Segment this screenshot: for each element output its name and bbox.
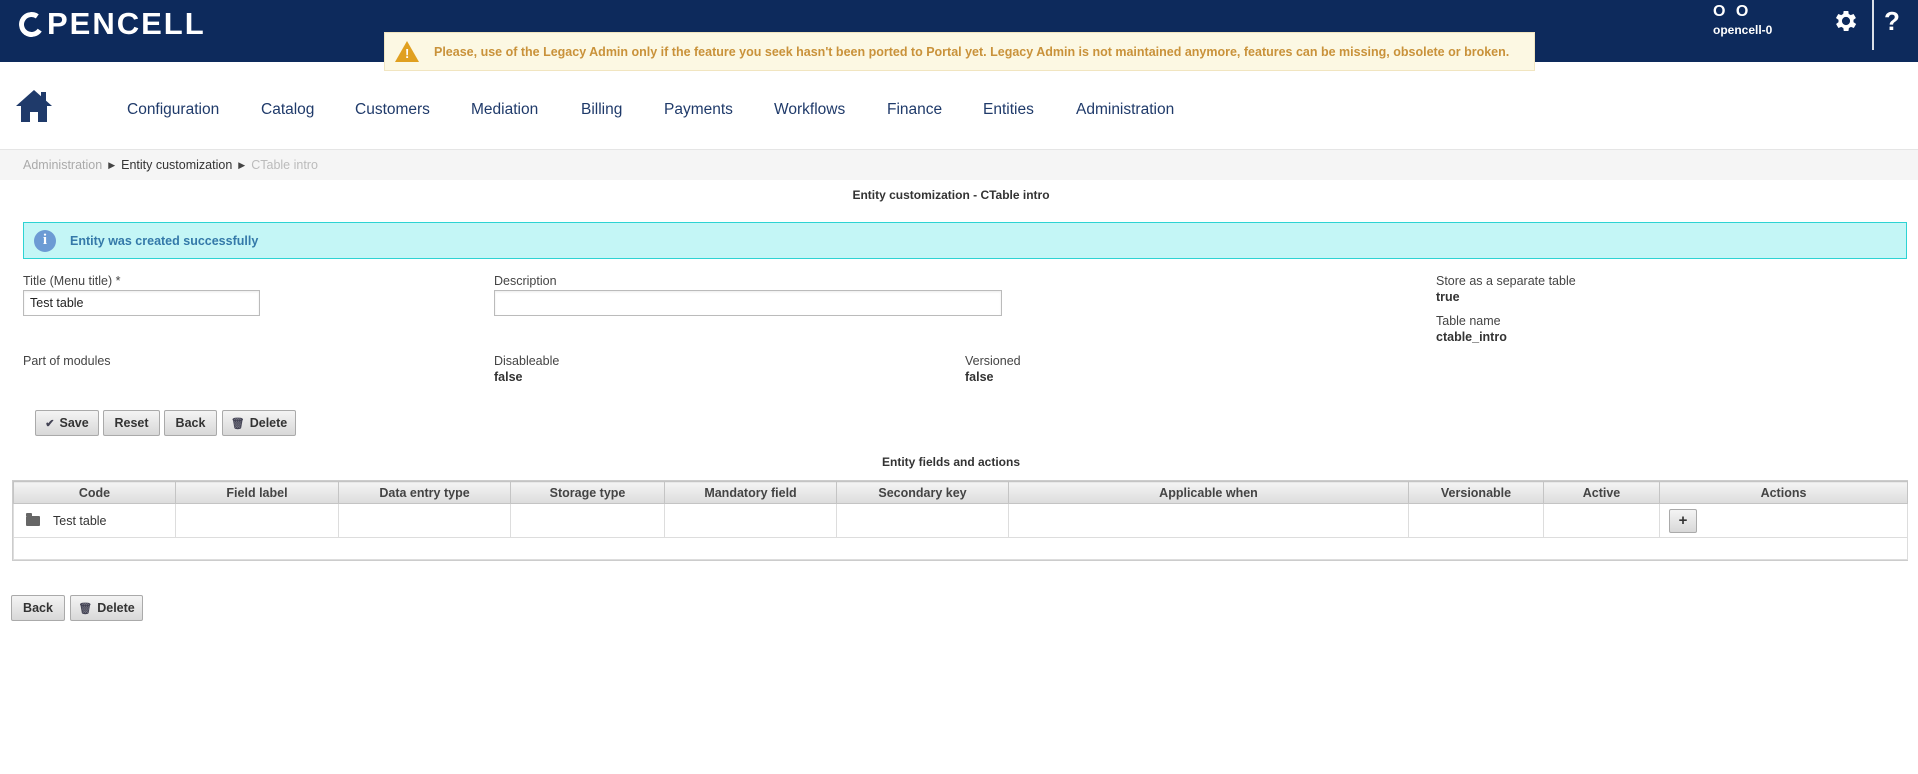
menu-item-workflows[interactable]: Workflows: [774, 101, 845, 119]
versioned-value: false: [965, 370, 994, 384]
column-header[interactable]: Secondary key: [836, 481, 1009, 504]
table-cell: [338, 503, 511, 538]
table-name-value: ctable_intro: [1436, 330, 1507, 344]
code-value: Test table: [53, 513, 107, 528]
menu-item-administration[interactable]: Administration: [1076, 101, 1174, 119]
home-icon[interactable]: [14, 88, 54, 124]
menu-item-entities[interactable]: Entities: [983, 101, 1034, 119]
user-info[interactable]: O O opencell-0: [1713, 3, 1772, 37]
menu-item-customers[interactable]: Customers: [355, 101, 430, 119]
breadcrumb: Administration ▶ Entity customization ▶ …: [0, 150, 1918, 180]
trash-icon: 🗑: [230, 417, 245, 430]
store-separate-value: true: [1436, 290, 1460, 304]
breadcrumb-item-entity-customization[interactable]: Entity customization: [121, 158, 232, 172]
logo-ring-icon: [17, 9, 46, 39]
info-message: i Entity was created successfully: [23, 222, 1907, 259]
gear-icon[interactable]: [1832, 7, 1860, 35]
menu-item-finance[interactable]: Finance: [887, 101, 942, 119]
page-title: Entity customization - CTable intro: [852, 188, 1050, 202]
table-header-row: Code Field label Data entry type Storage…: [13, 481, 1908, 504]
bottom-delete-button-label: Delete: [97, 601, 135, 615]
header-divider: [1872, 0, 1874, 50]
table-cell: [664, 503, 837, 538]
warning-text: Please, use of the Legacy Admin only if …: [434, 44, 1510, 59]
column-header[interactable]: Actions: [1659, 481, 1908, 504]
user-name: opencell-0: [1713, 23, 1773, 37]
delete-button-label: Delete: [249, 416, 288, 430]
column-header[interactable]: Field label: [175, 481, 339, 504]
menu-item-billing[interactable]: Billing: [581, 101, 622, 119]
modules-label: Part of modules: [23, 354, 111, 368]
save-button-label: Save: [59, 416, 89, 430]
column-header[interactable]: Active: [1543, 481, 1660, 504]
reset-button[interactable]: Reset: [103, 410, 160, 436]
back-button[interactable]: Back: [164, 410, 217, 436]
info-message-text: Entity was created successfully: [70, 233, 259, 248]
help-icon[interactable]: ?: [1884, 6, 1900, 37]
back-button-label: Back: [175, 416, 206, 430]
description-input[interactable]: [494, 290, 1002, 316]
disableable-value: false: [494, 370, 523, 384]
column-header[interactable]: Data entry type: [338, 481, 511, 504]
bottom-back-button[interactable]: Back: [11, 595, 65, 621]
table-cell: [836, 503, 1009, 538]
menu-item-mediation[interactable]: Mediation: [471, 101, 538, 119]
table-cell: [175, 503, 339, 538]
table-empty-row: [13, 537, 1908, 560]
code-cell[interactable]: Test table: [13, 503, 176, 538]
opencell-logo[interactable]: PENCELL: [17, 6, 206, 42]
breadcrumb-item-current: CTable intro: [251, 158, 318, 172]
add-field-button[interactable]: +: [1669, 508, 1697, 533]
disableable-label: Disableable: [494, 354, 560, 368]
menu-item-catalog[interactable]: Catalog: [261, 101, 314, 119]
table-cell: [1408, 503, 1544, 538]
fields-section-title: Entity fields and actions: [881, 455, 1021, 469]
actions-cell: +: [1659, 503, 1908, 538]
logo-text: PENCELL: [47, 6, 206, 41]
warning-icon: !: [395, 41, 419, 62]
save-button[interactable]: ✔ Save: [35, 410, 99, 436]
caret-right-icon: ▶: [238, 159, 246, 170]
table-name-label: Table name: [1436, 314, 1501, 328]
legacy-warning-banner: ! Please, use of the Legacy Admin only i…: [384, 32, 1535, 71]
table-cell: [1008, 503, 1409, 538]
menu-item-payments[interactable]: Payments: [664, 101, 733, 119]
versioned-label: Versioned: [965, 354, 1021, 368]
check-icon: ✔: [45, 417, 55, 430]
trash-icon: 🗑: [78, 602, 93, 615]
column-header[interactable]: Mandatory field: [664, 481, 837, 504]
reset-button-label: Reset: [114, 416, 149, 430]
description-label: Description: [494, 274, 557, 288]
column-header[interactable]: Applicable when: [1008, 481, 1409, 504]
column-header[interactable]: Versionable: [1408, 481, 1544, 504]
column-header[interactable]: Code: [13, 481, 176, 504]
bottom-back-button-label: Back: [23, 601, 53, 615]
user-initials: O O: [1713, 3, 1752, 20]
table-cell: [510, 503, 665, 538]
entity-fields-table: Code Field label Data entry type Storage…: [12, 480, 1908, 561]
table-cell: [1543, 503, 1660, 538]
folder-icon: [26, 512, 40, 526]
table-row[interactable]: Test table +: [13, 503, 1908, 538]
main-menu: Configuration Catalog Customers Mediatio…: [0, 62, 1918, 150]
caret-right-icon: ▶: [108, 159, 116, 170]
table-cell: [13, 537, 1908, 560]
menu-item-configuration[interactable]: Configuration: [127, 101, 219, 119]
breadcrumb-item-administration[interactable]: Administration: [23, 158, 102, 172]
column-header[interactable]: Storage type: [510, 481, 665, 504]
title-label: Title (Menu title) *: [23, 274, 121, 288]
info-icon: i: [34, 229, 56, 252]
bottom-delete-button[interactable]: 🗑 Delete: [70, 595, 143, 621]
store-separate-label: Store as a separate table: [1436, 274, 1576, 288]
delete-button[interactable]: 🗑 Delete: [222, 410, 296, 436]
title-input[interactable]: [23, 290, 260, 316]
